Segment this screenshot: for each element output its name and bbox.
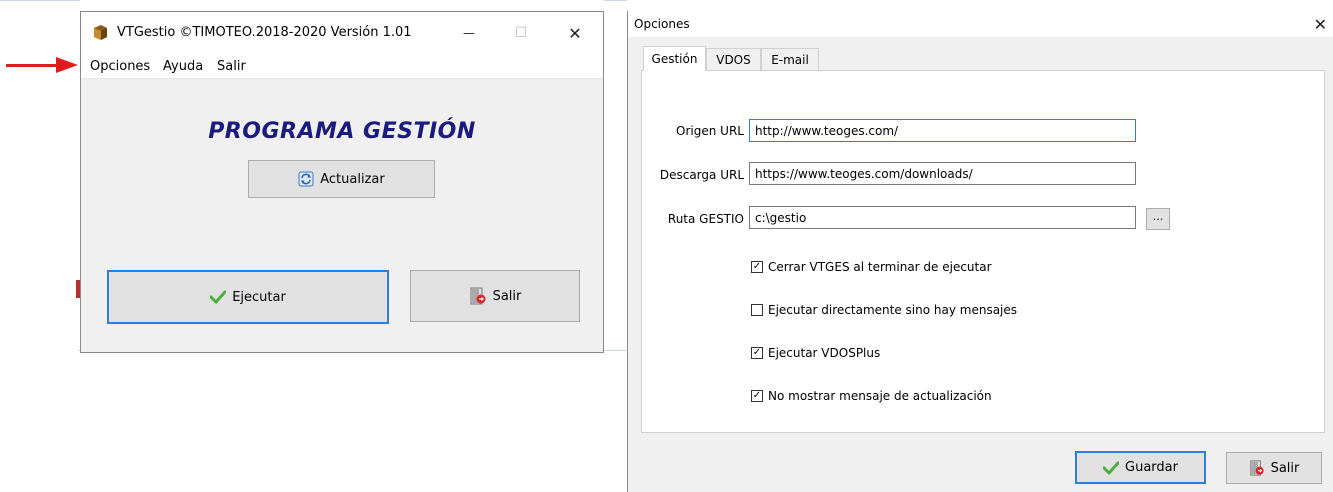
background-line bbox=[0, 0, 80, 1]
tab-gestion-label: Gestión bbox=[651, 52, 698, 66]
menu-bar: Opciones Ayuda Salir bbox=[81, 54, 603, 79]
main-window-title: VTGestio ©TIMOTEO.2018-2020 Versión 1.01 bbox=[117, 25, 412, 40]
checkbox-close-vtges[interactable]: ✓ Cerrar VTGES al terminar de ejecutar bbox=[751, 260, 992, 274]
tab-vdos[interactable]: VDOS bbox=[706, 48, 761, 70]
checkbox-box[interactable]: ✓ bbox=[751, 261, 763, 273]
origin-url-input[interactable] bbox=[749, 119, 1136, 142]
checkbox-label: No mostrar mensaje de actualización bbox=[768, 389, 992, 403]
exit-button[interactable]: Salir bbox=[410, 270, 580, 322]
options-dialog: Opciones ✕ Gestión VDOS E-mail Origen UR… bbox=[627, 11, 1333, 492]
options-close-icon[interactable]: ✕ bbox=[1314, 15, 1327, 34]
download-url-label: Descarga URL bbox=[659, 168, 744, 182]
update-button[interactable]: Actualizar bbox=[248, 160, 435, 198]
checkbox-box[interactable]: ✓ bbox=[751, 390, 763, 402]
origin-url-label: Origen URL bbox=[676, 124, 744, 138]
program-heading: PROGRAMA GESTIÓN bbox=[208, 119, 476, 144]
checkbox-run-directly[interactable]: Ejecutar directamente sino hay mensajes bbox=[751, 303, 1017, 317]
checkbox-label: Ejecutar VDOSPlus bbox=[768, 346, 881, 360]
dialog-exit-button[interactable]: Salir bbox=[1226, 452, 1322, 484]
background-line bbox=[604, 0, 627, 1]
checkbox-box[interactable] bbox=[751, 304, 763, 316]
app-logo-icon bbox=[94, 25, 107, 40]
options-dialog-title: Opciones bbox=[634, 17, 690, 31]
path-input[interactable] bbox=[749, 206, 1136, 229]
exit-button-label: Salir bbox=[492, 288, 522, 304]
checkbox-label: Cerrar VTGES al terminar de ejecutar bbox=[768, 260, 992, 274]
checkmark-icon bbox=[1103, 461, 1120, 474]
checkbox-label: Ejecutar directamente sino hay mensajes bbox=[768, 303, 1018, 317]
refresh-icon bbox=[298, 171, 314, 187]
menu-item-opciones[interactable]: Opciones bbox=[90, 59, 150, 74]
tab-vdos-label: VDOS bbox=[716, 52, 751, 67]
download-url-input[interactable] bbox=[749, 162, 1136, 185]
checkbox-run-vdosplus[interactable]: ✓ Ejecutar VDOSPlus bbox=[751, 346, 880, 360]
save-button[interactable]: Guardar bbox=[1075, 451, 1206, 484]
tab-email-label: E-mail bbox=[771, 52, 809, 67]
checkmark-icon bbox=[210, 290, 227, 304]
tab-gestion[interactable]: Gestión bbox=[643, 46, 706, 71]
checkbox-box[interactable]: ✓ bbox=[751, 347, 763, 359]
maximize-icon: ☐ bbox=[514, 25, 528, 41]
maximize-button[interactable]: ☐ bbox=[499, 18, 543, 48]
menu-item-ayuda[interactable]: Ayuda bbox=[163, 59, 203, 74]
tab-email[interactable]: E-mail bbox=[761, 48, 819, 70]
annotation-arrow bbox=[6, 64, 58, 67]
menu-item-salir[interactable]: Salir bbox=[217, 59, 246, 74]
minimize-icon: — bbox=[463, 26, 475, 40]
options-title-bar[interactable]: Opciones ✕ bbox=[628, 11, 1333, 37]
update-button-label: Actualizar bbox=[320, 171, 385, 187]
close-button[interactable]: ✕ bbox=[553, 18, 597, 48]
main-title-bar[interactable]: VTGestio ©TIMOTEO.2018-2020 Versión 1.01… bbox=[81, 12, 603, 54]
exit-door-icon bbox=[1249, 460, 1264, 476]
annotation-arrow-head bbox=[56, 57, 78, 73]
run-button-label: Ejecutar bbox=[232, 289, 286, 305]
close-icon: ✕ bbox=[568, 23, 582, 43]
run-button[interactable]: Ejecutar bbox=[107, 270, 389, 324]
save-button-label: Guardar bbox=[1125, 460, 1178, 475]
dialog-exit-button-label: Salir bbox=[1270, 460, 1300, 476]
path-label: Ruta GESTIO bbox=[667, 212, 744, 226]
main-window: VTGestio ©TIMOTEO.2018-2020 Versión 1.01… bbox=[80, 11, 604, 353]
browse-button[interactable]: ... bbox=[1146, 208, 1170, 230]
gestion-tab-panel: Origen URL Descarga URL Ruta GESTIO ... … bbox=[641, 70, 1325, 433]
checkbox-no-update-message[interactable]: ✓ No mostrar mensaje de actualización bbox=[751, 389, 992, 403]
minimize-button[interactable]: — bbox=[447, 18, 491, 48]
exit-door-icon bbox=[470, 287, 486, 305]
